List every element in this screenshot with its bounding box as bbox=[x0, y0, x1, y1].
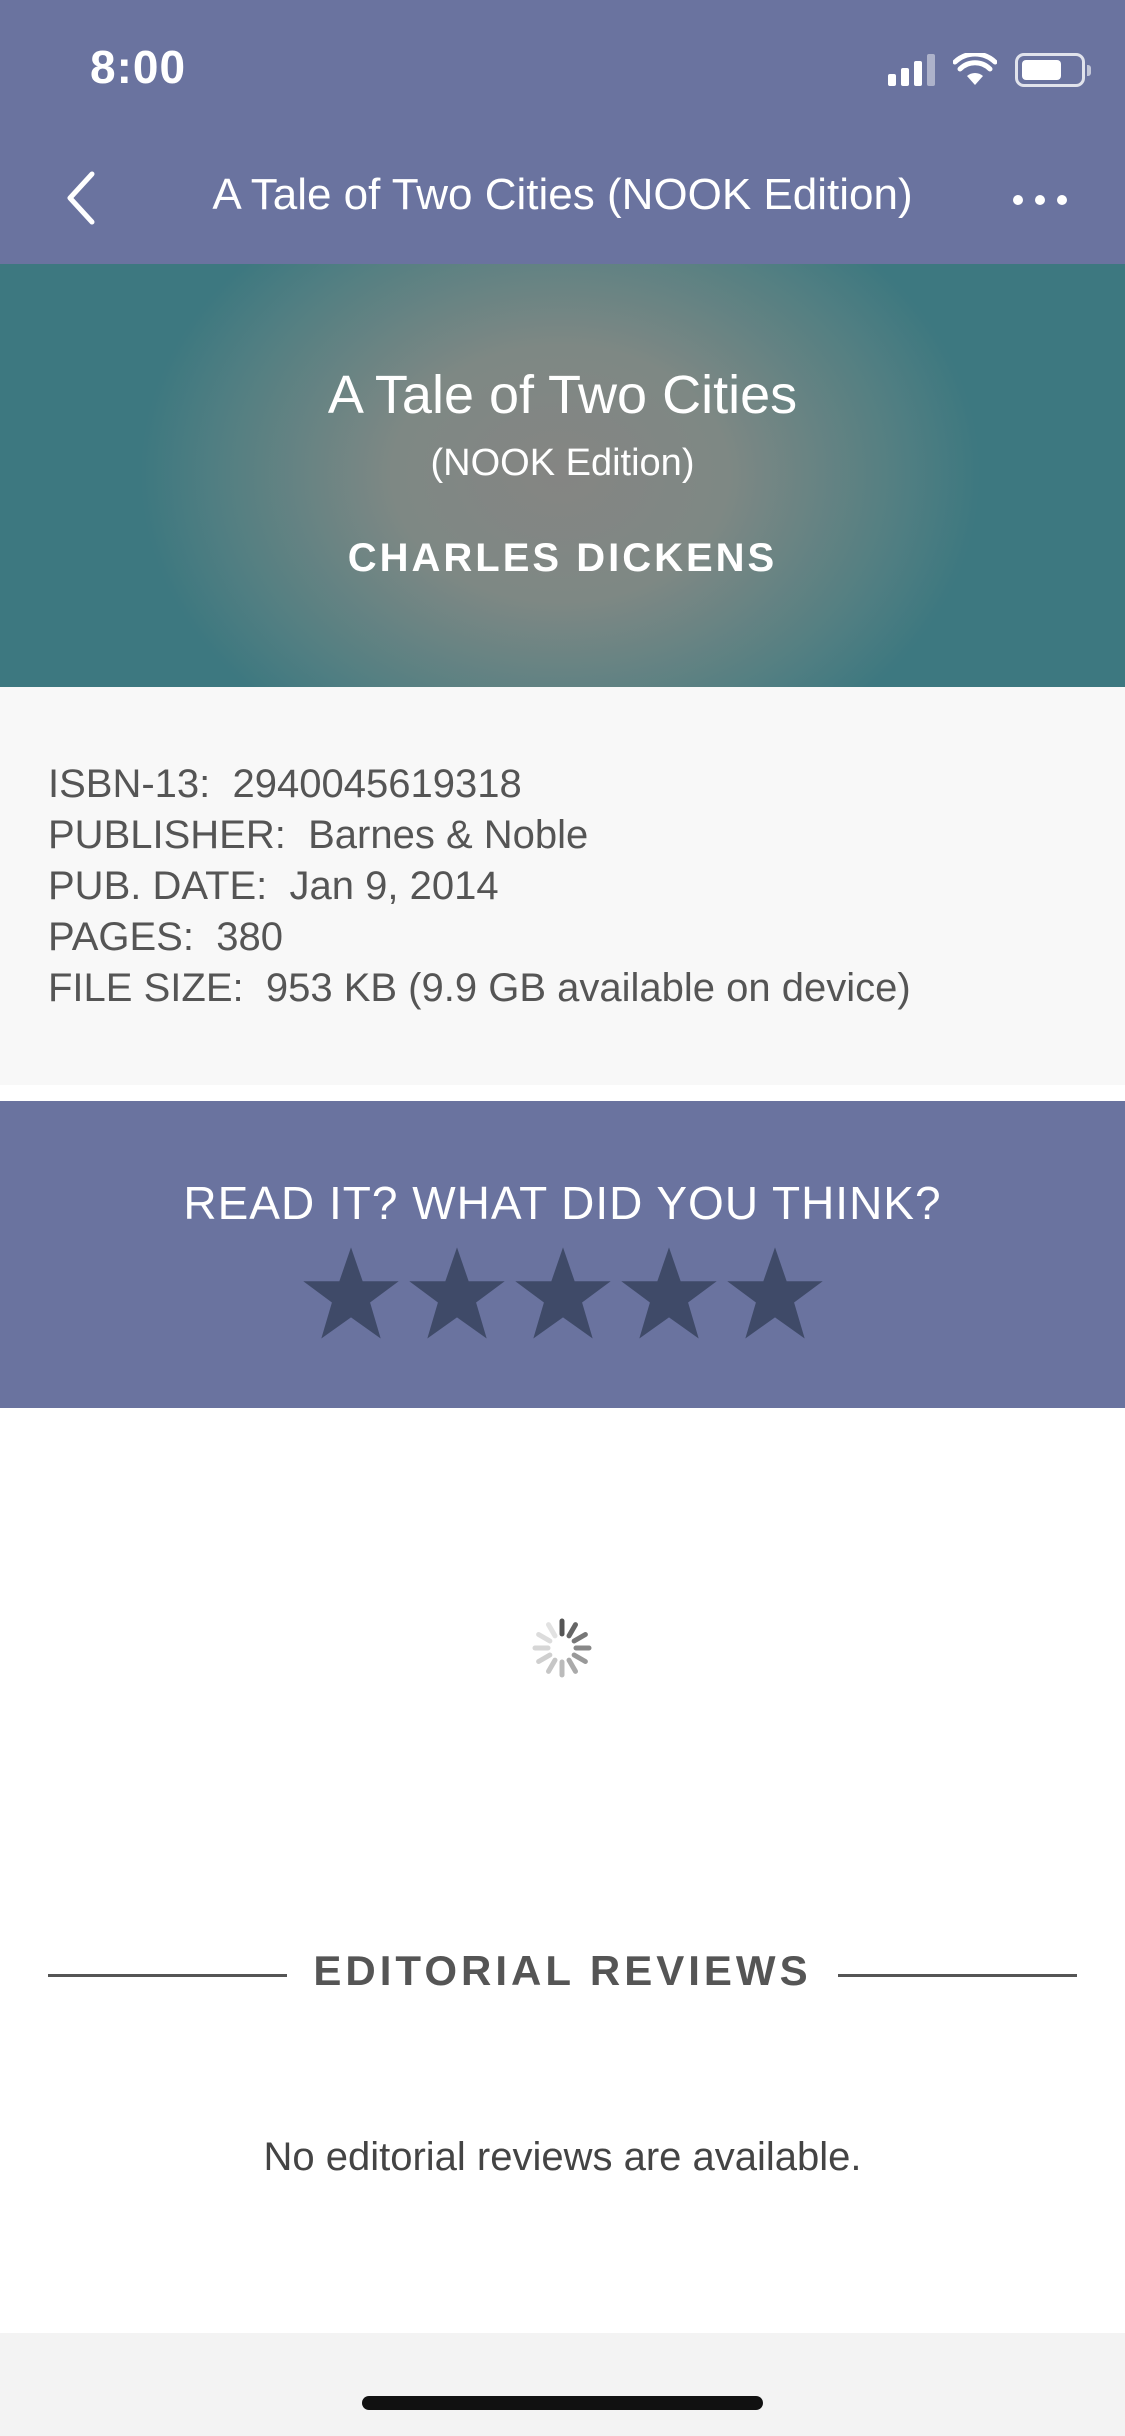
detail-pages: PAGES: 380 bbox=[48, 912, 911, 963]
detail-value: 2940045619318 bbox=[232, 762, 522, 806]
more-dot-icon bbox=[1013, 195, 1023, 205]
detail-label: PAGES: bbox=[48, 915, 194, 959]
divider-right bbox=[838, 1974, 1077, 1977]
detail-list: ISBN-13: 2940045619318 PUBLISHER: Barnes… bbox=[48, 759, 911, 1014]
rating-section: READ IT? WHAT DID YOU THINK? bbox=[0, 1101, 1125, 1408]
detail-publisher: PUBLISHER: Barnes & Noble bbox=[48, 810, 911, 861]
chevron-left-icon bbox=[67, 171, 95, 224]
rating-prompt: READ IT? WHAT DID YOU THINK? bbox=[183, 1177, 942, 1229]
star-rating bbox=[0, 1241, 1125, 1347]
detail-label: FILE SIZE: bbox=[48, 966, 244, 1010]
status-icons bbox=[888, 50, 1091, 90]
star-1-icon[interactable] bbox=[298, 1241, 404, 1347]
detail-label: PUB. DATE: bbox=[48, 864, 268, 908]
book-hero: A Tale of Two Cities (NOOK Edition) CHAR… bbox=[0, 264, 1125, 687]
detail-label: ISBN-13: bbox=[48, 762, 211, 806]
detail-isbn: ISBN-13: 2940045619318 bbox=[48, 759, 911, 810]
star-4-icon[interactable] bbox=[616, 1241, 722, 1347]
book-author: CHARLES DICKENS bbox=[347, 536, 778, 580]
detail-value: Barnes & Noble bbox=[308, 813, 589, 857]
bottom-area bbox=[0, 2333, 1125, 2436]
star-2-icon[interactable] bbox=[404, 1241, 510, 1347]
detail-label: PUBLISHER: bbox=[48, 813, 286, 857]
nav-title: A Tale of Two Cities (NOOK Edition) bbox=[212, 170, 913, 219]
detail-value: 380 bbox=[216, 915, 283, 959]
more-dot-icon bbox=[1057, 195, 1067, 205]
cellular-signal-icon bbox=[888, 54, 935, 86]
detail-value: 953 KB (9.9 GB available on device) bbox=[265, 966, 911, 1010]
more-options-button[interactable] bbox=[995, 170, 1085, 230]
star-5-icon[interactable] bbox=[722, 1241, 828, 1347]
detail-file-size: FILE SIZE: 953 KB (9.9 GB available on d… bbox=[48, 963, 911, 1014]
detail-value: Jan 9, 2014 bbox=[289, 864, 499, 908]
home-indicator[interactable] bbox=[362, 2396, 763, 2410]
detail-pub-date: PUB. DATE: Jan 9, 2014 bbox=[48, 861, 911, 912]
back-button[interactable] bbox=[50, 160, 110, 235]
book-edition: (NOOK Edition) bbox=[430, 442, 695, 484]
book-details: ISBN-13: 2940045619318 PUBLISHER: Barnes… bbox=[0, 687, 1125, 1085]
wifi-icon bbox=[953, 53, 997, 85]
book-title: A Tale of Two Cities bbox=[327, 365, 798, 425]
status-time: 8:00 bbox=[90, 41, 187, 93]
more-dot-icon bbox=[1035, 195, 1045, 205]
no-reviews-message: No editorial reviews are available. bbox=[263, 2135, 862, 2179]
editorial-reviews-title: EDITORIAL REVIEWS bbox=[313, 1947, 812, 1994]
editorial-reviews-header: EDITORIAL REVIEWS bbox=[0, 1945, 1125, 2005]
battery-icon bbox=[1015, 53, 1091, 87]
star-3-icon[interactable] bbox=[510, 1241, 616, 1347]
top-bar: 8:00 A Tale of Two Cities (NOOK Edition) bbox=[0, 0, 1125, 264]
loading-spinner-icon bbox=[532, 1618, 592, 1678]
